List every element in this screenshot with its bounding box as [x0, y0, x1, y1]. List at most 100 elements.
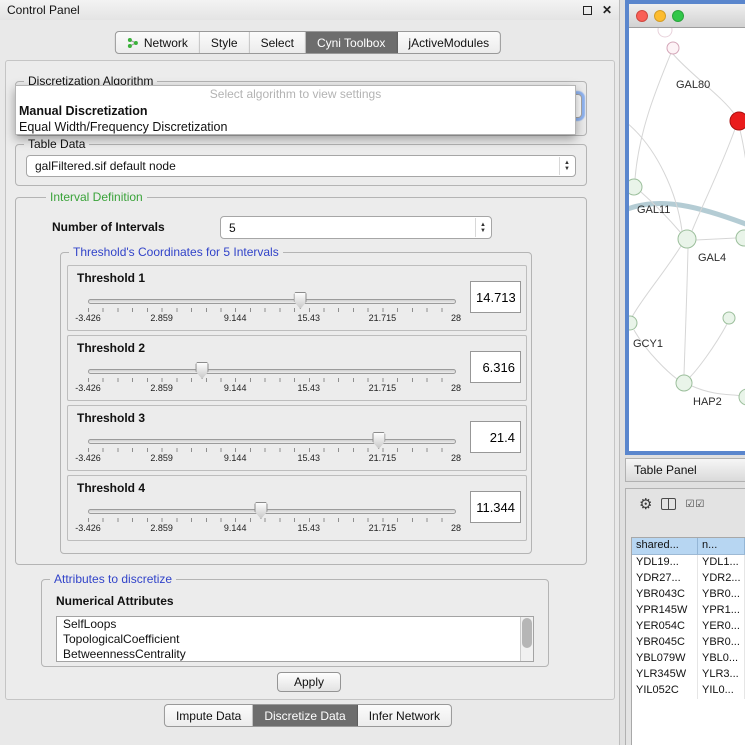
slider-thumb[interactable] [372, 432, 385, 449]
dropdown-option-equal-width[interactable]: Equal Width/Frequency Discretization [16, 119, 575, 135]
slider-thumb[interactable] [196, 362, 209, 379]
attributes-listbox[interactable]: SelfLoops TopologicalCoefficient Between… [56, 616, 534, 662]
close-icon[interactable]: ✕ [602, 5, 612, 16]
network-node[interactable] [678, 230, 696, 248]
threshold-4-value-input[interactable] [470, 491, 521, 523]
tick-label: 2.859 [150, 453, 173, 463]
cell[interactable]: YBR045C [632, 635, 698, 651]
cell[interactable]: YBR0... [698, 587, 745, 603]
tab-select[interactable]: Select [250, 32, 306, 53]
combobox-arrows-icon[interactable]: ▲▼ [559, 157, 574, 175]
table-row[interactable]: YER054CYER0... [632, 619, 745, 635]
tick-label: 15.43 [298, 383, 321, 393]
cell[interactable]: YDL1... [698, 555, 745, 571]
network-edge[interactable] [632, 246, 681, 317]
cell[interactable]: YBL0... [698, 651, 745, 667]
list-item[interactable]: TopologicalCoefficient [57, 632, 533, 647]
table-row[interactable]: YDL19...YDL1... [632, 555, 745, 571]
tick-label: 2.859 [150, 523, 173, 533]
number-of-intervals-combobox[interactable]: 5 ▲▼ [220, 216, 492, 239]
slider-track[interactable] [88, 509, 456, 514]
cell[interactable]: YER054C [632, 619, 698, 635]
close-button[interactable] [636, 10, 648, 22]
column-header[interactable]: shared... [632, 538, 698, 555]
table-row[interactable]: YLR345WYLR3... [632, 667, 745, 683]
table-data-combobox[interactable]: galFiltered.sif default node ▲▼ [26, 155, 576, 177]
tab-discretize-data[interactable]: Discretize Data [253, 705, 357, 726]
cell[interactable]: YIL0... [698, 683, 745, 699]
network-canvas[interactable]: GAL80GAL11GAL4GCY1HAP2 [629, 28, 745, 451]
tick-label: -3.426 [75, 313, 101, 323]
table-row[interactable]: YPR145WYPR1... [632, 603, 745, 619]
network-edge[interactable] [684, 248, 688, 375]
threshold-1-value-input[interactable] [470, 281, 521, 313]
network-node[interactable] [730, 112, 745, 130]
cell[interactable]: YDR2... [698, 571, 745, 587]
list-scrollbar[interactable] [520, 617, 533, 661]
threshold-2-value-input[interactable] [470, 351, 521, 383]
table-row[interactable]: YBR045CYBR0... [632, 635, 745, 651]
threshold-4-slider[interactable]: -3.426 2.859 9.144 15.43 21.715 28 [88, 502, 456, 536]
table-row[interactable]: YBL079WYBL0... [632, 651, 745, 667]
select-rows-icon[interactable]: ☑☑ [685, 499, 705, 510]
cell[interactable]: YBR043C [632, 587, 698, 603]
tab-impute-data[interactable]: Impute Data [165, 705, 253, 726]
cell[interactable]: YIL052C [632, 683, 698, 699]
network-node[interactable] [736, 230, 745, 246]
cell[interactable]: YBL079W [632, 651, 698, 667]
cell[interactable]: YLR3... [698, 667, 745, 683]
zoom-button[interactable] [672, 10, 684, 22]
slider-thumb[interactable] [254, 502, 267, 519]
cell[interactable]: YPR145W [632, 603, 698, 619]
threshold-2-slider[interactable]: -3.426 2.859 9.144 15.43 21.715 28 [88, 362, 456, 396]
network-node[interactable] [723, 312, 735, 324]
slider-track[interactable] [88, 299, 456, 304]
dropdown-option-manual-discretization[interactable]: Manual Discretization [16, 103, 575, 119]
scrollbar-thumb[interactable] [522, 618, 532, 648]
network-node[interactable] [629, 316, 637, 330]
cell[interactable]: YDL19... [632, 555, 698, 571]
table-row[interactable]: YDR27...YDR2... [632, 571, 745, 587]
network-node[interactable] [676, 375, 692, 391]
network-edge[interactable] [740, 130, 745, 231]
tab-style[interactable]: Style [200, 32, 250, 53]
network-node[interactable] [629, 179, 642, 195]
network-edge[interactable] [690, 324, 727, 377]
columns-icon[interactable] [661, 498, 676, 510]
gear-icon[interactable]: ⚙ [639, 497, 652, 512]
tab-label: Cyni Toolbox [317, 36, 385, 50]
slider-thumb[interactable] [294, 292, 307, 309]
tab-jactivemodules[interactable]: jActiveModules [397, 32, 500, 53]
combobox-arrows-icon[interactable]: ▲▼ [475, 218, 490, 237]
table-panel-header[interactable]: Table Panel [625, 458, 745, 482]
slider-ticks [88, 518, 456, 522]
cell[interactable]: YER0... [698, 619, 745, 635]
threshold-1-slider[interactable]: -3.426 2.859 9.144 15.43 21.715 28 [88, 292, 456, 326]
column-header[interactable]: n... [698, 538, 745, 555]
network-node[interactable] [667, 42, 679, 54]
float-window-icon[interactable] [583, 6, 592, 15]
network-node[interactable] [739, 389, 745, 405]
tab-cyni-toolbox[interactable]: Cyni Toolbox [306, 32, 397, 53]
minimize-button[interactable] [654, 10, 666, 22]
network-edge[interactable] [635, 53, 671, 179]
table-row[interactable]: YBR043CYBR0... [632, 587, 745, 603]
cell[interactable]: YBR0... [698, 635, 745, 651]
network-edge[interactable] [696, 238, 736, 240]
slider-track[interactable] [88, 369, 456, 374]
tab-infer-network[interactable]: Infer Network [358, 705, 451, 726]
cell[interactable]: YPR1... [698, 603, 745, 619]
list-item[interactable]: BetweennessCentrality [57, 647, 533, 662]
apply-button[interactable]: Apply [277, 672, 341, 692]
threshold-3-value-input[interactable] [470, 421, 521, 453]
network-edge[interactable] [692, 386, 741, 396]
network-node[interactable] [658, 28, 672, 37]
cell[interactable]: YDR27... [632, 571, 698, 587]
table-row[interactable]: YIL052CYIL0... [632, 683, 745, 699]
slider-track[interactable] [88, 439, 456, 444]
cell[interactable]: YLR345W [632, 667, 698, 683]
list-item[interactable]: SelfLoops [57, 617, 533, 632]
tab-network[interactable]: Network [116, 32, 200, 53]
tick-label: 9.144 [224, 383, 247, 393]
threshold-3-slider[interactable]: -3.426 2.859 9.144 15.43 21.715 28 [88, 432, 456, 466]
